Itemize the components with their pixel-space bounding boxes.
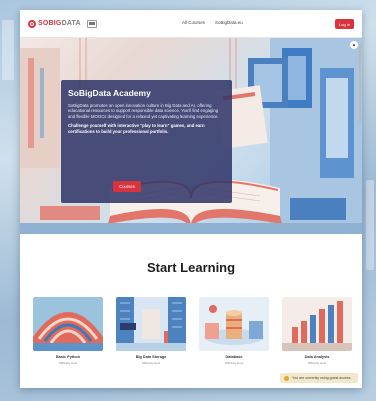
course-title: Basic Python [55, 355, 81, 359]
course-image [116, 297, 186, 351]
course-image [282, 297, 352, 351]
warning-icon [284, 375, 289, 381]
nav-sobigdata-eu[interactable]: SoBigData.eu [215, 20, 243, 25]
hero-description: SoBigData promotes an open innovation cu… [68, 103, 219, 119]
course-title: Data Analysis [304, 355, 330, 359]
course-title: Big Data Storage [135, 355, 167, 359]
course-title: Database [225, 355, 243, 359]
site-header: SOBIGDATA All Courses SoBigData.eu Log i… [20, 10, 362, 38]
courses-button[interactable]: Courses [113, 181, 141, 192]
site-logo[interactable]: SOBIGDATA [28, 19, 81, 28]
guest-access-text: You are currently using guest access [292, 376, 351, 380]
course-image [199, 297, 269, 351]
hero-card: SoBigData Academy SoBigData promotes an … [61, 80, 232, 203]
course-meta: Difficulty level [224, 361, 244, 365]
page-scrollbar[interactable] [359, 44, 361, 122]
chevron-up-icon[interactable]: ▴ [350, 41, 358, 49]
hero-challenge: Challenge yourself with interactive "pla… [68, 123, 205, 134]
desktop-backdrop [366, 180, 374, 270]
course-meta: Difficulty level [141, 361, 161, 365]
logo-mark-icon [28, 19, 36, 28]
nav-all-courses[interactable]: All Courses [182, 20, 205, 25]
course-card[interactable]: Big Data Storage Difficulty level [116, 297, 186, 369]
course-meta: Difficulty level [307, 361, 327, 365]
course-image [33, 297, 103, 351]
course-list: Basic Python Difficulty level Big Data S… [33, 297, 352, 369]
course-card[interactable]: Database Difficulty level [199, 297, 269, 369]
section-title: Start Learning [146, 260, 236, 275]
course-card[interactable]: Basic Python Difficulty level [33, 297, 103, 369]
main-nav: All Courses SoBigData.eu [182, 20, 243, 25]
desktop-backdrop [2, 20, 14, 80]
login-button[interactable]: Log in [335, 19, 354, 29]
guest-access-notice: You are currently using guest access [280, 373, 358, 383]
logo-text: SOBIGDATA [38, 20, 81, 27]
browser-window: SOBIGDATA All Courses SoBigData.eu Log i… [20, 10, 362, 388]
course-meta: Difficulty level [58, 361, 78, 365]
hero-title: SoBigData Academy [68, 88, 151, 98]
hamburger-menu-icon[interactable] [86, 19, 97, 28]
hero-banner: ▴ SoBigData Academy SoBigData promotes a… [20, 38, 362, 234]
course-card[interactable]: Data Analysis Difficulty level [282, 297, 352, 369]
